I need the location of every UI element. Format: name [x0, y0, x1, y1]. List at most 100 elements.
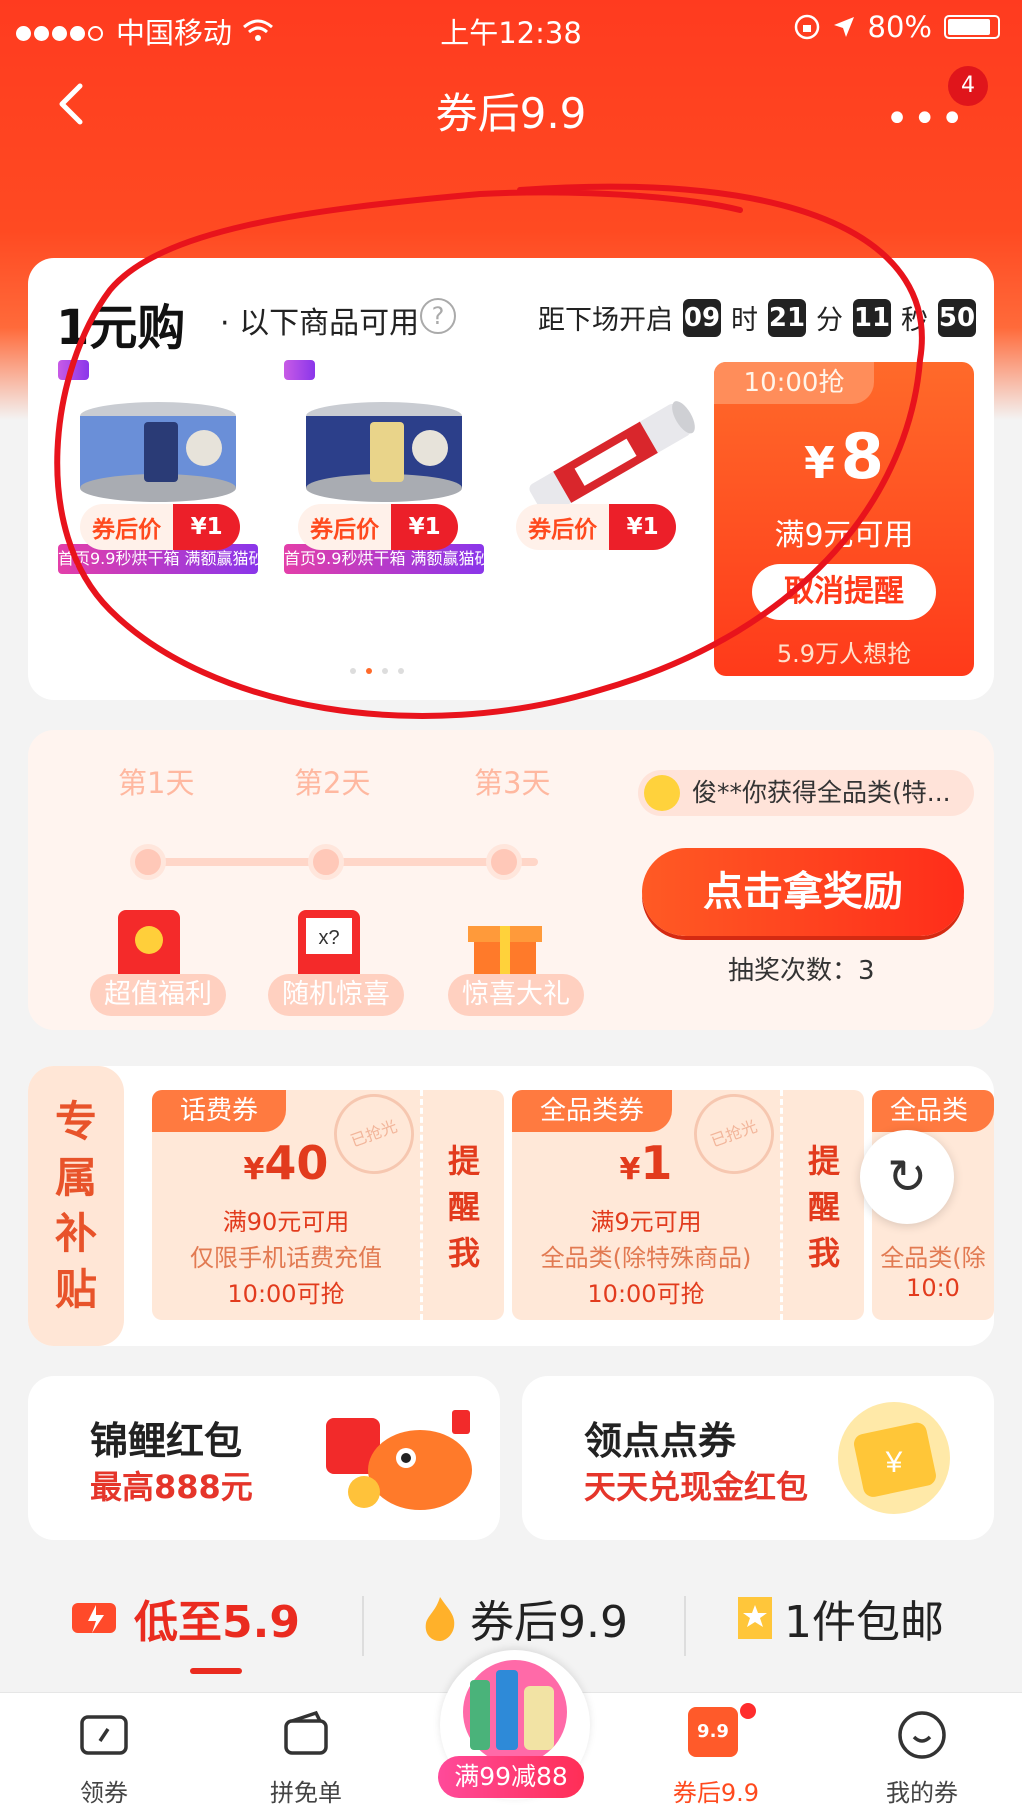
smile-icon [898, 1711, 946, 1759]
coupon-card[interactable]: 话费券 已抢光 ¥40 满90元可用 仅限手机话费充值 10:00可抢 提 醒 … [152, 1090, 504, 1320]
star-tag-icon [738, 1597, 772, 1639]
coupon-amount: ¥1 [512, 1136, 780, 1190]
tab-divider [684, 1596, 686, 1656]
coupon-condition: 满9元可用 [774, 518, 914, 553]
remind-me-button[interactable]: 提 醒 我 [434, 1138, 494, 1276]
coupon-scope: 全品类(除 [880, 1244, 986, 1272]
brand-tag [284, 360, 316, 380]
promo-subtitle: 天天兑现金红包 [584, 1468, 809, 1506]
pager-dot [398, 668, 404, 674]
svg-text:x?: x? [318, 927, 339, 949]
price-value: ¥1 [173, 504, 240, 550]
countdown-seconds: 11 [853, 298, 891, 337]
tab-divider [362, 1596, 364, 1656]
price-label: 券后价 [516, 504, 610, 550]
price-value: ¥1 [609, 504, 676, 550]
currency-symbol: ¥ [243, 1152, 265, 1187]
currency-symbol: ¥ [804, 438, 835, 489]
coupon-card[interactable]: 全品类券 已抢光 ¥1 满9元可用 全品类(除特殊商品) 10:00可抢 提 醒… [512, 1090, 864, 1320]
tab-get-coupons[interactable]: 领券 [34, 1707, 174, 1808]
tab-label: 拼免单 [270, 1779, 342, 1807]
tab-label: 我的券 [886, 1779, 958, 1807]
status-right: 80% [794, 10, 1000, 44]
countdown-minutes: 21 [768, 298, 806, 337]
help-icon[interactable]: ? [420, 298, 456, 334]
coupon-9-9-icon: 9.9 [688, 1703, 756, 1763]
product-card[interactable] [510, 370, 710, 630]
gift-name: 惊喜大礼 [448, 974, 584, 1016]
battery-percent: 80% [867, 10, 932, 44]
coupon-time: 10:0 [906, 1274, 960, 1302]
winner-ticker: 俊**你获得全品类(特... [638, 770, 974, 816]
remind-char: 我 [447, 1234, 480, 1272]
countdown-seconds-unit: 秒 [901, 305, 928, 336]
daily-reward-card: 第1天 第2天 第3天 x? 超值福利 随机惊喜 惊喜大礼 俊**你获得全品类(… [28, 730, 994, 1030]
countdown-hours: 09 [683, 298, 721, 337]
product-card[interactable]: 首页9.9秒烘干箱 满额赢猫砂盆 [284, 360, 484, 630]
rotation-lock-icon [794, 14, 819, 40]
remind-char: 提 [447, 1142, 480, 1180]
subsidy-side-label: 专 属 补 贴 [28, 1066, 124, 1346]
cart-lightning-icon [72, 1603, 116, 1633]
coupon-amount-value: 8 [840, 420, 884, 493]
refresh-icon[interactable]: ↻ [860, 1130, 954, 1224]
price-label: 券后价 [298, 504, 392, 550]
draws-label: 抽奖次数： [728, 956, 859, 986]
koi-red-packet-card[interactable]: 锦鲤红包 最高888元 [28, 1376, 500, 1540]
countdown: 距下场开启 09 时 21 分 11 秒 50 [538, 298, 976, 337]
coupon-amount: ¥40 [152, 1136, 420, 1190]
tab-label: 券后9.9 [470, 1597, 628, 1648]
nav-bar: 券后9.9 ••• 4 [0, 60, 1022, 150]
tab-my-coupons[interactable]: 我的券 [852, 1707, 992, 1808]
tab-label: 领券 [80, 1779, 128, 1807]
toothpaste-product-icon [463, 1660, 567, 1760]
tab-9-9-active[interactable]: 9.9 券后9.9 [646, 1703, 786, 1808]
location-icon [833, 17, 854, 37]
gold-coupon-icon: ¥ [838, 1402, 950, 1514]
claim-reward-button[interactable]: 点击拿奖励 [642, 848, 964, 936]
coupon-time: 10:00抢 [714, 362, 874, 404]
draws-value: 3 [858, 956, 875, 986]
coupon-type: 话费券 [152, 1090, 287, 1132]
cancel-reminder-button[interactable]: 取消提醒 [752, 564, 936, 620]
day-node [308, 844, 344, 880]
center-promo-label[interactable]: 满99减88 [438, 1756, 584, 1798]
coupon-type: 全品类券 [872, 1090, 994, 1168]
notification-badge: 4 [948, 66, 988, 106]
cat-food-can-image [80, 402, 236, 502]
tab-low-price[interactable]: 低至5.9 [66, 1586, 300, 1650]
coupon-amount-value: 40 [264, 1136, 329, 1190]
promo-title: 领点点券 [584, 1419, 737, 1463]
coupon-scope: 仅限手机话费充值 [190, 1244, 382, 1272]
flash-sale-title: 1元购 [56, 300, 186, 356]
product-list: 首页9.9秒烘干箱 满额赢猫砂盆 首页9.9秒烘干箱 满额赢猫砂盆 [58, 360, 718, 630]
tab-group-free[interactable]: 拼免单 [236, 1707, 376, 1808]
countdown-minutes-unit: 分 [816, 305, 843, 336]
product-card[interactable]: 首页9.9秒烘干箱 满额赢猫砂盆 [58, 360, 258, 630]
day-label: 第1天 [118, 766, 195, 800]
remind-char: 醒 [807, 1188, 840, 1226]
price-tag: 券后价 ¥1 [298, 504, 458, 550]
side-char: 贴 [54, 1265, 97, 1314]
coupon-divider [420, 1090, 423, 1320]
red-dot-badge [740, 1703, 756, 1719]
points-coupon-card[interactable]: 领点点券 天天兑现金红包 ¥ [522, 1376, 994, 1540]
coupon-scope: 全品类(除特殊商品) [540, 1244, 752, 1272]
tab-9-9[interactable]: 券后9.9 [418, 1586, 628, 1650]
remind-char: 提 [807, 1142, 840, 1180]
coupon-type: 全品类券 [512, 1090, 673, 1132]
coupon-time: 10:00可抢 [227, 1280, 345, 1308]
more-icon[interactable]: ••• [885, 96, 968, 142]
page-title: 券后9.9 [435, 89, 587, 138]
remind-me-button[interactable]: 提 醒 我 [794, 1138, 854, 1276]
coupon-ticket-icon [80, 1715, 128, 1755]
cat-food-can-image [306, 402, 462, 502]
currency-symbol: ¥ [619, 1152, 641, 1187]
promo-title: 锦鲤红包 [90, 1419, 243, 1463]
price-value: ¥1 [391, 504, 458, 550]
coupon-condition: 满90元可用 [222, 1208, 350, 1236]
day-node [486, 844, 522, 880]
tab-free-shipping[interactable]: 1件包邮 [734, 1586, 944, 1650]
day-node [130, 844, 166, 880]
flash-sale-card: 1元购 · 以下商品可用 ? 距下场开启 09 时 21 分 11 秒 50 首… [28, 258, 994, 700]
